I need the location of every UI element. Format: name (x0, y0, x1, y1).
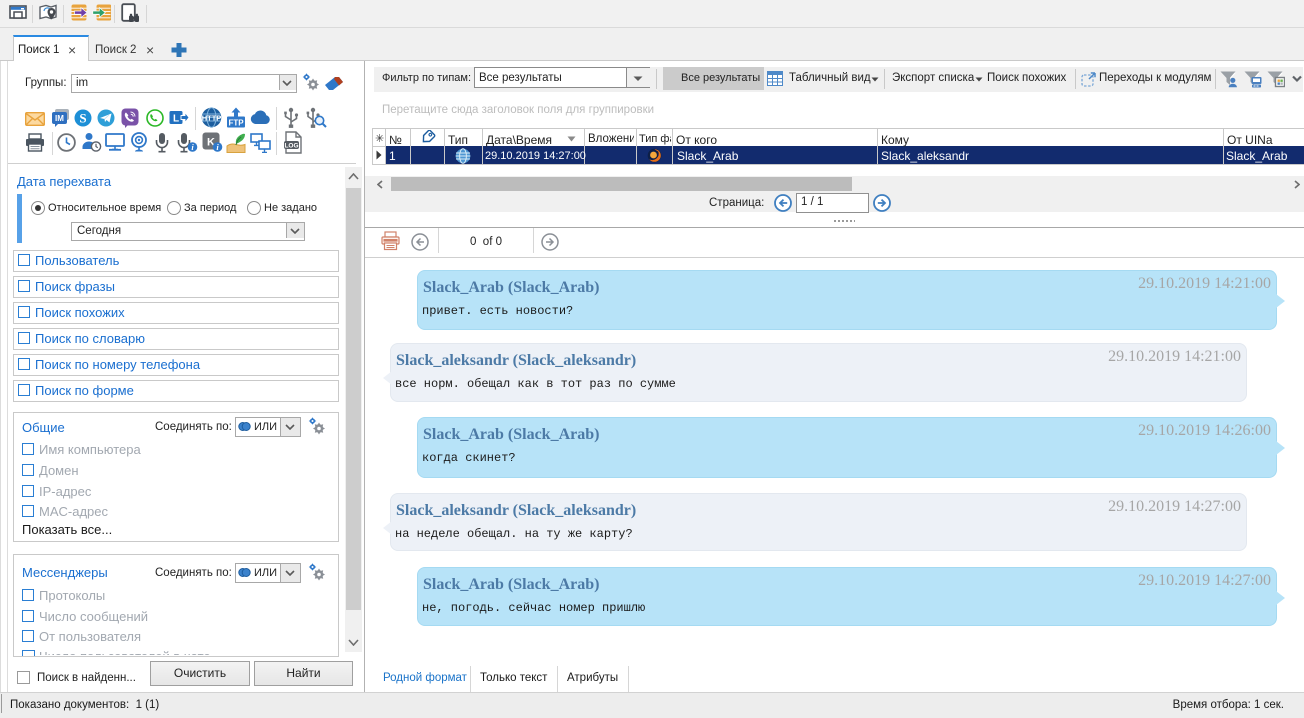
svg-text:FTP: FTP (228, 118, 244, 127)
svg-text:L: L (173, 114, 179, 125)
svg-text:LOG: LOG (284, 142, 298, 149)
svg-text:S: S (79, 111, 86, 126)
svg-text:HTTP: HTTP (202, 114, 222, 123)
svg-text:IM: IM (55, 114, 64, 123)
